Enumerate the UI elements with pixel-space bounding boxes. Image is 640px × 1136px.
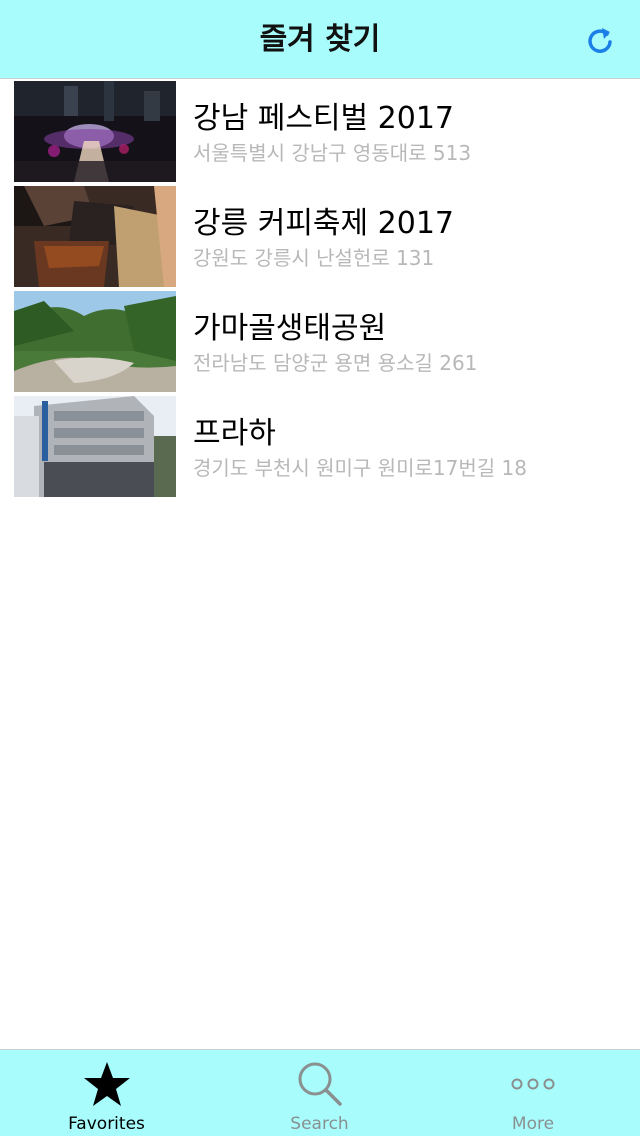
thumbnail-image [14, 291, 176, 392]
tab-bar: Favorites Search More [0, 1049, 640, 1136]
item-title: 강남 페스티벌 2017 [193, 101, 455, 136]
festival-night-photo [14, 81, 176, 182]
search-icon [298, 1062, 342, 1106]
item-address: 서울특별시 강남구 영동대로 513 [193, 141, 472, 165]
list-item[interactable]: 강릉 커피축제 2017 강원도 강릉시 난설헌로 131 [0, 184, 640, 289]
more-icon [511, 1078, 555, 1090]
tab-label: More [511, 1114, 555, 1134]
item-address: 강원도 강릉시 난설헌로 131 [193, 246, 435, 270]
favorites-list: 강남 페스티벌 2017 서울특별시 강남구 영동대로 513 강릉 커피축제 … [0, 79, 640, 499]
tab-favorites[interactable]: Favorites [0, 1050, 213, 1136]
page-title: 즐겨 찾기 [259, 22, 381, 57]
item-address: 경기도 부천시 원미구 원미로17번길 18 [193, 456, 527, 480]
item-title: 프라하 [193, 416, 276, 451]
tab-more[interactable]: More [426, 1050, 640, 1136]
refresh-button[interactable] [580, 20, 620, 60]
valley-stream-photo [14, 291, 176, 392]
star-icon [83, 1062, 130, 1106]
thumbnail-image [14, 186, 176, 287]
tab-search[interactable]: Search [213, 1050, 426, 1136]
item-title: 강릉 커피축제 2017 [193, 206, 455, 241]
list-item[interactable]: 가마골생태공원 전라남도 담양군 용면 용소길 261 [0, 289, 640, 394]
tab-label: Favorites [68, 1114, 145, 1134]
list-item[interactable]: 프라하 경기도 부천시 원미구 원미로17번길 18 [0, 394, 640, 499]
list-item[interactable]: 강남 페스티벌 2017 서울특별시 강남구 영동대로 513 [0, 79, 640, 184]
item-address: 전라남도 담양군 용면 용소길 261 [193, 351, 478, 375]
navigation-bar: 즐겨 찾기 [0, 0, 640, 79]
building-street-photo [14, 396, 176, 497]
item-title: 가마골생태공원 [193, 311, 387, 346]
thumbnail-image [14, 396, 176, 497]
thumbnail-image [14, 81, 176, 182]
refresh-icon [588, 28, 612, 53]
tab-label: Search [290, 1114, 349, 1134]
coffee-pour-photo [14, 186, 176, 287]
